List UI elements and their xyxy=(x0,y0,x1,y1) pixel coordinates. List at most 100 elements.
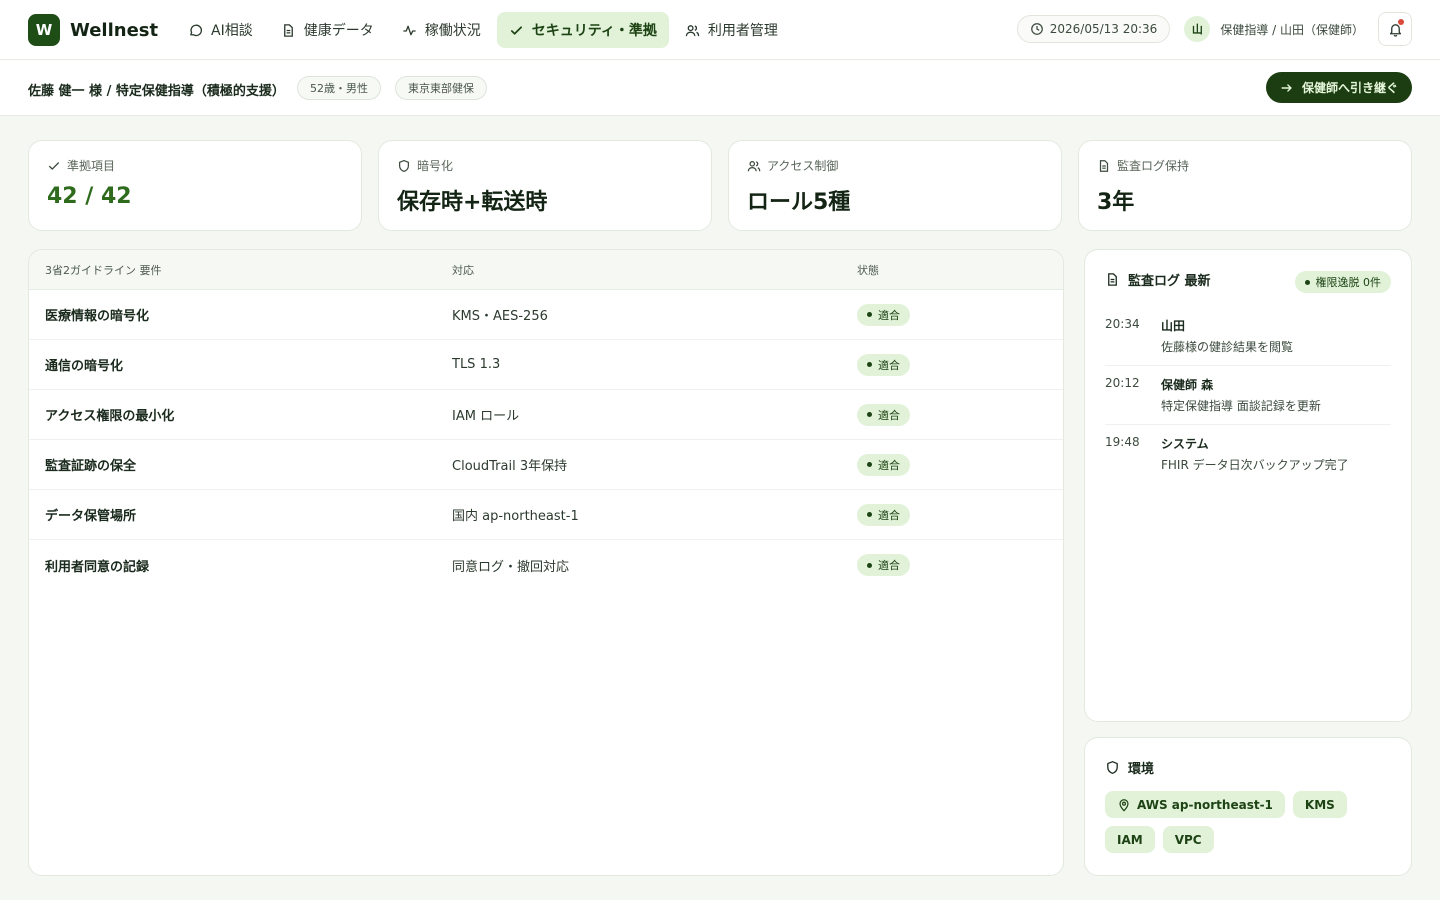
table-row[interactable]: 医療情報の暗号化 KMS・AES-256 適合 xyxy=(29,290,1063,340)
stat-card-encryption: 暗号化 保存時+転送時 xyxy=(378,140,712,231)
shield-icon xyxy=(1107,761,1118,774)
notification-dot xyxy=(1398,19,1404,25)
list-item[interactable]: 20:34 山田 佐藤様の健診結果を閲覧 xyxy=(1105,307,1391,366)
implementation-cell: KMS・AES-256 xyxy=(452,309,548,324)
environment-title: 環境 xyxy=(1105,758,1391,777)
stat-label: 監査ログ保持 xyxy=(1117,159,1190,173)
nav-label: セキュリティ・準拠 xyxy=(531,23,657,39)
nav-item-user-management[interactable]: 利用者管理 xyxy=(673,12,790,48)
requirement-cell: 監査証跡の保全 xyxy=(45,459,137,474)
log-time: 19:48 xyxy=(1105,435,1140,449)
main-nav: AI相談 健康データ 稼働状況 セキュリティ・準拠 利用者管理 xyxy=(176,12,790,48)
implementation-cell: 国内 ap-northeast-1 xyxy=(452,509,579,524)
user-menu[interactable]: 山 保健指導 / 山田（保健師） xyxy=(1184,16,1364,42)
column-header-requirement: 3省2ガイドライン 要件 xyxy=(45,263,162,277)
nav-label: 利用者管理 xyxy=(707,23,778,39)
requirement-cell: アクセス権限の最小化 xyxy=(45,409,175,424)
log-actor: システム xyxy=(1161,437,1209,451)
log-actor: 保健師 森 xyxy=(1161,378,1214,392)
implementation-cell: IAM ロール xyxy=(452,409,520,424)
document-icon xyxy=(1099,159,1109,172)
user-label: 保健指導 / 山田（保健師） xyxy=(1220,22,1364,37)
app-logo[interactable]: W Wellnest xyxy=(28,14,158,46)
nav-item-health-data[interactable]: 健康データ xyxy=(269,12,386,48)
check-icon xyxy=(48,161,60,170)
requirement-cell: 利用者同意の記録 xyxy=(45,559,150,575)
environment-panel: 環境 AWS ap-northeast-1 KMS IAM VPC xyxy=(1084,737,1412,876)
column-header-implementation: 対応 xyxy=(452,263,474,277)
status-badge: 適合 xyxy=(857,453,910,476)
stat-value: 3年 xyxy=(1097,190,1135,215)
tag-vpc[interactable]: VPC xyxy=(1162,826,1214,853)
document-icon xyxy=(283,23,293,37)
tag-kms[interactable]: KMS xyxy=(1292,791,1347,818)
list-item[interactable]: 19:48 システム FHIR データ日次バックアップ完了 xyxy=(1105,425,1391,484)
stat-value: 42 / 42 xyxy=(47,184,132,209)
column-header-status: 状態 xyxy=(857,263,879,277)
requirement-cell: データ保管場所 xyxy=(45,509,137,524)
handoff-button[interactable]: 保健師へ引き継ぐ xyxy=(1265,72,1412,103)
stat-value: 保存時+転送時 xyxy=(397,190,548,215)
log-time: 20:34 xyxy=(1105,317,1140,331)
tag-iam[interactable]: IAM xyxy=(1105,826,1155,853)
logo-mark: W xyxy=(28,14,60,46)
log-time: 20:12 xyxy=(1105,376,1140,390)
status-badge: 適合 xyxy=(857,353,910,376)
patient-title: 佐藤 健一 様 / 特定保健指導（積極的支援） xyxy=(28,84,285,99)
tag-aws-region[interactable]: AWS ap-northeast-1 xyxy=(1105,791,1285,818)
implementation-cell: TLS 1.3 xyxy=(452,357,501,372)
log-actor: 山田 xyxy=(1161,319,1186,333)
status-badge: 適合 xyxy=(857,503,910,526)
app-name: Wellnest xyxy=(70,19,159,41)
stat-label: 暗号化 xyxy=(417,159,454,173)
check-icon xyxy=(510,25,522,35)
stat-card-compliance-items: 準拠項目 42 / 42 xyxy=(28,140,362,231)
top-right-area: 2026/05/13 20:36 山 保健指導 / 山田（保健師） xyxy=(1016,12,1412,46)
stat-label: 準拠項目 xyxy=(67,159,116,173)
implementation-cell: CloudTrail 3年保持 xyxy=(452,459,568,474)
datetime-text: 2026/05/13 20:36 xyxy=(1049,22,1158,36)
table-row[interactable]: 利用者同意の記録 同意ログ・撤回対応 適合 xyxy=(29,540,1063,590)
nav-item-operation-status[interactable]: 稼働状況 xyxy=(390,12,493,48)
document-icon xyxy=(1108,273,1117,286)
list-item[interactable]: 20:12 保健師 森 特定保健指導 面談記録を更新 xyxy=(1105,366,1391,425)
status-badge: 適合 xyxy=(857,403,910,426)
users-icon xyxy=(747,160,761,171)
nav-item-security-compliance[interactable]: セキュリティ・準拠 xyxy=(496,12,669,48)
stat-card-audit-retention: 監査ログ保持 3年 xyxy=(1078,140,1412,231)
table-row[interactable]: 通信の暗号化 TLS 1.3 適合 xyxy=(29,340,1063,390)
status-badge: 適合 xyxy=(857,303,910,326)
stat-value: ロール5種 xyxy=(747,190,851,215)
arrow-right-icon xyxy=(1281,83,1292,92)
clock-icon xyxy=(1030,23,1043,35)
audit-log-panel: 監査ログ 最新 権限逸脱 0件 20:34 山田 佐藤様の健診結果を閲覧 20:… xyxy=(1084,249,1412,722)
nav-label: AI相談 xyxy=(211,23,253,39)
activity-icon xyxy=(403,25,416,35)
violation-count-badge: 権限逸脱 0件 xyxy=(1294,271,1391,293)
location-pin-icon xyxy=(1119,798,1129,812)
environment-tags: AWS ap-northeast-1 KMS IAM VPC xyxy=(1105,791,1391,853)
table-row[interactable]: アクセス権限の最小化 IAM ロール 適合 xyxy=(29,390,1063,440)
nav-label: 健康データ xyxy=(303,23,374,39)
top-bar: W Wellnest AI相談 健康データ 稼働状況 セキュリティ・準拠 利用者… xyxy=(0,0,1440,60)
insurer-chip: 東京東部健保 xyxy=(395,76,487,100)
chat-icon xyxy=(190,24,203,36)
stat-label: アクセス制御 xyxy=(767,159,839,173)
table-row[interactable]: 監査証跡の保全 CloudTrail 3年保持 適合 xyxy=(29,440,1063,490)
implementation-cell: 同意ログ・撤回対応 xyxy=(452,559,570,575)
requirement-cell: 通信の暗号化 xyxy=(45,359,124,374)
log-action: 佐藤様の健診結果を閲覧 xyxy=(1161,340,1294,354)
patient-bar: 佐藤 健一 様 / 特定保健指導（積極的支援） 52歳・男性 東京東部健保 保健… xyxy=(0,60,1440,116)
log-action: 特定保健指導 面談記録を更新 xyxy=(1161,399,1321,413)
audit-log-list: 20:34 山田 佐藤様の健診結果を閲覧 20:12 保健師 森 特定保健指導 … xyxy=(1105,307,1391,484)
stat-card-access-control: アクセス制御 ロール5種 xyxy=(728,140,1062,231)
log-action: FHIR データ日次バックアップ完了 xyxy=(1161,458,1349,472)
table-row[interactable]: データ保管場所 国内 ap-northeast-1 適合 xyxy=(29,490,1063,540)
status-badge: 適合 xyxy=(857,554,910,576)
avatar: 山 xyxy=(1184,16,1211,42)
datetime-display: 2026/05/13 20:36 xyxy=(1016,15,1171,43)
nav-item-ai-consult[interactable]: AI相談 xyxy=(176,12,265,48)
nav-label: 稼働状況 xyxy=(424,23,481,39)
users-icon xyxy=(685,24,700,36)
notification-button[interactable] xyxy=(1378,12,1412,46)
